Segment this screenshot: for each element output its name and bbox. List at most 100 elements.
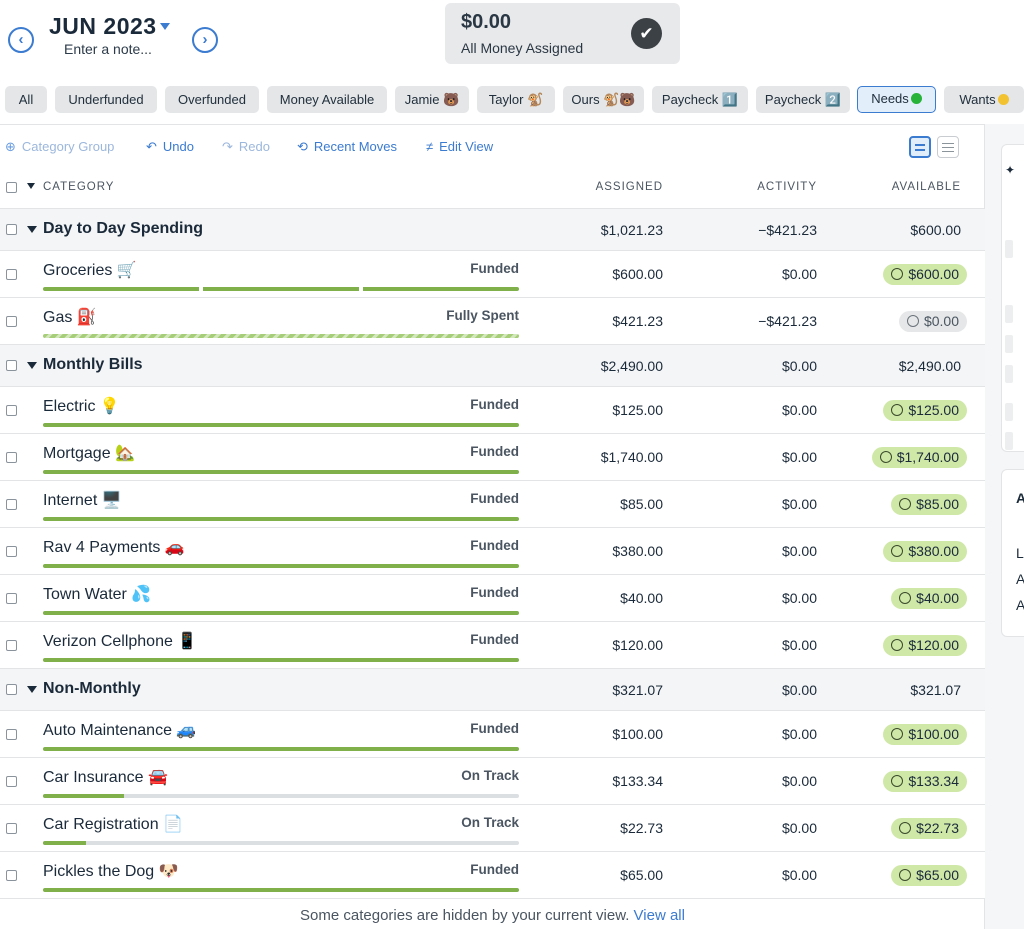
category-activity[interactable]: $0.00 xyxy=(782,590,817,606)
filter-needs[interactable]: Needs xyxy=(857,86,936,113)
group-name[interactable]: Non-Monthly xyxy=(43,680,141,698)
category-activity[interactable]: $0.00 xyxy=(782,402,817,418)
category-assigned-input[interactable]: $85.00 xyxy=(620,496,663,512)
category-name[interactable]: Verizon Cellphone 📱 xyxy=(43,631,197,651)
category-activity[interactable]: $0.00 xyxy=(782,266,817,282)
redo-button[interactable]: ↷ Redo xyxy=(222,139,270,155)
available-pill[interactable]: $380.00 xyxy=(883,541,967,562)
category-name[interactable]: Car Registration 📄 xyxy=(43,814,183,834)
select-all-checkbox[interactable] xyxy=(6,182,17,193)
filter-wants[interactable]: Wants xyxy=(944,86,1024,113)
category-assigned-input[interactable]: $421.23 xyxy=(612,313,663,329)
column-assigned[interactable]: ASSIGNED xyxy=(596,181,663,193)
filter-jamie[interactable]: Jamie 🐻 xyxy=(395,86,469,113)
column-category[interactable]: CATEGORY xyxy=(43,181,114,193)
category-checkbox[interactable] xyxy=(6,546,17,557)
category-activity[interactable]: −$421.23 xyxy=(758,313,817,329)
view-all-link[interactable]: View all xyxy=(634,907,685,924)
category-checkbox[interactable] xyxy=(6,640,17,651)
collapse-group-icon[interactable] xyxy=(27,362,37,369)
category-checkbox[interactable] xyxy=(6,499,17,510)
filter-money-available[interactable]: Money Available xyxy=(267,86,387,113)
category-activity[interactable]: $0.00 xyxy=(782,496,817,512)
group-checkbox[interactable] xyxy=(6,224,17,235)
undo-button[interactable]: ↶ Undo xyxy=(146,139,194,155)
prev-month-button[interactable]: ‹ xyxy=(8,27,34,53)
category-assigned-input[interactable]: $65.00 xyxy=(620,867,663,883)
compact-view-toggle[interactable] xyxy=(909,136,931,158)
category-assigned-input[interactable]: $1,740.00 xyxy=(601,449,663,465)
collapse-all-icon[interactable] xyxy=(27,183,35,189)
available-pill[interactable]: $65.00 xyxy=(891,865,967,886)
category-checkbox[interactable] xyxy=(6,823,17,834)
collapse-group-icon[interactable] xyxy=(27,686,37,693)
category-assigned-input[interactable]: $120.00 xyxy=(612,637,663,653)
available-pill[interactable]: $100.00 xyxy=(883,724,967,745)
available-pill[interactable]: $120.00 xyxy=(883,635,967,656)
category-row[interactable]: Internet 🖥️ Funded $85.00 $0.00 $85.00 xyxy=(0,481,985,528)
category-row[interactable]: Car Registration 📄 On Track $22.73 $0.00 $22… xyxy=(0,805,985,852)
category-activity[interactable]: $0.00 xyxy=(782,726,817,742)
filter-ours[interactable]: Ours 🐒🐻 xyxy=(563,86,644,113)
category-row[interactable]: Groceries 🛒 Funded $600.00 $0.00 $600.00 xyxy=(0,251,985,298)
filter-overfunded[interactable]: Overfunded xyxy=(165,86,259,113)
category-name[interactable]: Rav 4 Payments 🚗 xyxy=(43,537,185,557)
category-group-row[interactable]: Day to Day Spending $1,021.23 −$421.23 $600… xyxy=(0,209,985,251)
category-row[interactable]: Gas ⛽ Fully Spent $421.23 −$421.23 $0.00 xyxy=(0,298,985,345)
recent-moves-button[interactable]: ⟲ Recent Moves xyxy=(297,139,397,155)
category-row[interactable]: Electric 💡 Funded $125.00 $0.00 $125.00 xyxy=(0,387,985,434)
available-pill[interactable]: $600.00 xyxy=(883,264,967,285)
available-pill[interactable]: $0.00 xyxy=(898,311,967,332)
available-pill[interactable]: $125.00 xyxy=(883,400,967,421)
group-checkbox[interactable] xyxy=(6,360,17,371)
ready-to-assign-box[interactable]: $0.00 All Money Assigned ✔ xyxy=(445,3,680,64)
category-activity[interactable]: $0.00 xyxy=(782,867,817,883)
category-checkbox[interactable] xyxy=(6,316,17,327)
category-name[interactable]: Electric 💡 xyxy=(43,396,120,416)
column-available[interactable]: AVAILABLE xyxy=(892,181,961,193)
category-assigned-input[interactable]: $22.73 xyxy=(620,820,663,836)
category-name[interactable]: Pickles the Dog 🐶 xyxy=(43,861,179,881)
expanded-view-toggle[interactable] xyxy=(937,136,959,158)
available-pill[interactable]: $133.34 xyxy=(883,771,967,792)
edit-view-button[interactable]: ≠ Edit View xyxy=(426,139,493,154)
filter-underfunded[interactable]: Underfunded xyxy=(55,86,157,113)
available-pill[interactable]: $85.00 xyxy=(891,494,967,515)
filter-taylor[interactable]: Taylor 🐒 xyxy=(477,86,555,113)
category-checkbox[interactable] xyxy=(6,452,17,463)
category-name[interactable]: Car Insurance 🚘 xyxy=(43,767,168,787)
category-assigned-input[interactable]: $380.00 xyxy=(612,543,663,559)
category-row[interactable]: Verizon Cellphone 📱 Funded $120.00 $0.00 $12… xyxy=(0,622,985,669)
category-name[interactable]: Gas ⛽ xyxy=(43,307,97,327)
group-checkbox[interactable] xyxy=(6,684,17,695)
month-note-input[interactable]: Enter a note... xyxy=(64,41,152,57)
category-checkbox[interactable] xyxy=(6,870,17,881)
category-activity[interactable]: $0.00 xyxy=(782,637,817,653)
category-checkbox[interactable] xyxy=(6,729,17,740)
category-group-row[interactable]: Non-Monthly $321.07 $0.00 $321.07 xyxy=(0,669,985,711)
category-row[interactable]: Town Water 💦 Funded $40.00 $0.00 $40.00 xyxy=(0,575,985,622)
filter-paycheck-2[interactable]: Paycheck 2️⃣ xyxy=(756,86,850,113)
category-name[interactable]: Town Water 💦 xyxy=(43,584,151,604)
category-activity[interactable]: $0.00 xyxy=(782,543,817,559)
available-pill[interactable]: $22.73 xyxy=(891,818,967,839)
category-row[interactable]: Rav 4 Payments 🚗 Funded $380.00 $0.00 $380.0… xyxy=(0,528,985,575)
category-assigned-input[interactable]: $600.00 xyxy=(612,266,663,282)
month-title[interactable]: JUN 2023 xyxy=(49,13,157,40)
category-row[interactable]: Car Insurance 🚘 On Track $133.34 $0.00 $133.… xyxy=(0,758,985,805)
category-checkbox[interactable] xyxy=(6,269,17,280)
category-assigned-input[interactable]: $125.00 xyxy=(612,402,663,418)
category-assigned-input[interactable]: $133.34 xyxy=(612,773,663,789)
group-name[interactable]: Monthly Bills xyxy=(43,356,143,374)
add-category-group-button[interactable]: ⊕ Category Group xyxy=(5,139,114,155)
category-row[interactable]: Auto Maintenance 🚙 Funded $100.00 $0.00 $100… xyxy=(0,711,985,758)
category-checkbox[interactable] xyxy=(6,776,17,787)
available-pill[interactable]: $40.00 xyxy=(891,588,967,609)
category-name[interactable]: Internet 🖥️ xyxy=(43,490,122,510)
category-assigned-input[interactable]: $100.00 xyxy=(612,726,663,742)
available-pill[interactable]: $1,740.00 xyxy=(871,447,967,468)
category-name[interactable]: Mortgage 🏡 xyxy=(43,443,135,463)
category-checkbox[interactable] xyxy=(6,593,17,604)
category-activity[interactable]: $0.00 xyxy=(782,449,817,465)
group-name[interactable]: Day to Day Spending xyxy=(43,220,203,238)
